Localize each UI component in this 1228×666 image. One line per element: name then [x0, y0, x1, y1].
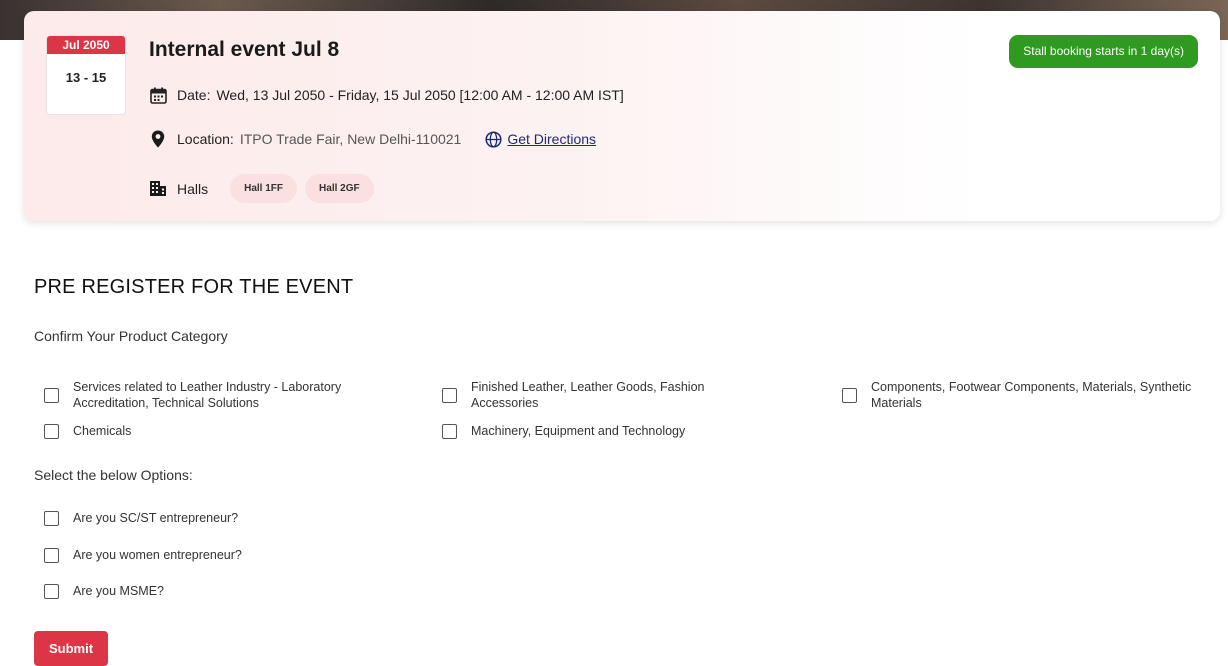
globe-icon [485, 130, 502, 148]
category-option-label: Finished Leather, Leather Goods, Fashion… [471, 380, 705, 410]
event-card: Jul 2050 13 - 15 Internal event Jul 8 St… [24, 11, 1220, 221]
map-pin-icon [149, 130, 167, 148]
get-directions-link[interactable]: Get Directions [485, 130, 597, 148]
date-value: Wed, 13 Jul 2050 - Friday, 15 Jul 2050 [… [216, 87, 624, 103]
category-option-services[interactable]: Services related to Leather Industry - L… [44, 379, 393, 411]
category-option-label: Machinery, Equipment and Technology [471, 424, 686, 438]
date-badge-days: 13 - 15 [65, 70, 107, 85]
date-badge: Jul 2050 13 - 15 [46, 35, 126, 115]
hall-chip: Hall 1FF [230, 174, 298, 203]
checkbox[interactable] [44, 424, 59, 439]
location-value: ITPO Trade Fair, New Delhi-110021 [239, 131, 462, 147]
event-title: Internal event Jul 8 [149, 38, 340, 61]
date-label: Date: [177, 87, 211, 103]
option-women-entrepreneur[interactable]: Are you women entrepreneur? [44, 547, 242, 563]
checkbox[interactable] [44, 584, 59, 599]
pre-register-title: PRE REGISTER FOR THE EVENT [34, 276, 354, 298]
product-category-label: Confirm Your Product Category [34, 328, 228, 344]
category-option-label: Chemicals [73, 424, 132, 438]
checkbox[interactable] [44, 511, 59, 526]
building-icon [149, 180, 167, 198]
checkbox[interactable] [842, 388, 857, 403]
category-option-finished-leather[interactable]: Finished Leather, Leather Goods, Fashion… [442, 379, 751, 411]
category-option-components[interactable]: Components, Footwear Components, Materia… [842, 379, 1201, 411]
date-badge-month: Jul 2050 [47, 36, 125, 54]
option-label: Are you SC/ST entrepreneur? [73, 511, 239, 525]
stall-booking-status-badge: Stall booking starts in 1 day(s) [1009, 35, 1198, 68]
checkbox[interactable] [442, 424, 457, 439]
category-option-chemicals[interactable]: Chemicals [44, 423, 131, 439]
location-label: Location: [177, 131, 234, 147]
halls-label: Halls [177, 180, 209, 197]
category-option-label: Services related to Leather Industry - L… [73, 380, 342, 410]
option-sc-st-entrepreneur[interactable]: Are you SC/ST entrepreneur? [44, 510, 238, 526]
calendar-icon [149, 86, 167, 104]
checkbox[interactable] [44, 548, 59, 563]
option-label: Are you MSME? [73, 584, 165, 598]
option-msme[interactable]: Are you MSME? [44, 583, 164, 599]
hall-chip: Hall 2GF [305, 174, 374, 203]
submit-button[interactable]: Submit [34, 631, 109, 666]
get-directions-label: Get Directions [507, 131, 597, 147]
event-date-row: Date: Wed, 13 Jul 2050 - Friday, 15 Jul … [149, 86, 624, 104]
checkbox[interactable] [442, 388, 457, 403]
options-label: Select the below Options: [34, 467, 193, 483]
category-option-machinery[interactable]: Machinery, Equipment and Technology [442, 423, 685, 439]
category-option-label: Components, Footwear Components, Materia… [871, 380, 1192, 410]
option-label: Are you women entrepreneur? [73, 548, 242, 562]
event-location-row: Location: ITPO Trade Fair, New Delhi-110… [149, 130, 596, 148]
checkbox[interactable] [44, 388, 59, 403]
event-halls-row: Halls Hall 1FF Hall 2GF [149, 174, 374, 203]
